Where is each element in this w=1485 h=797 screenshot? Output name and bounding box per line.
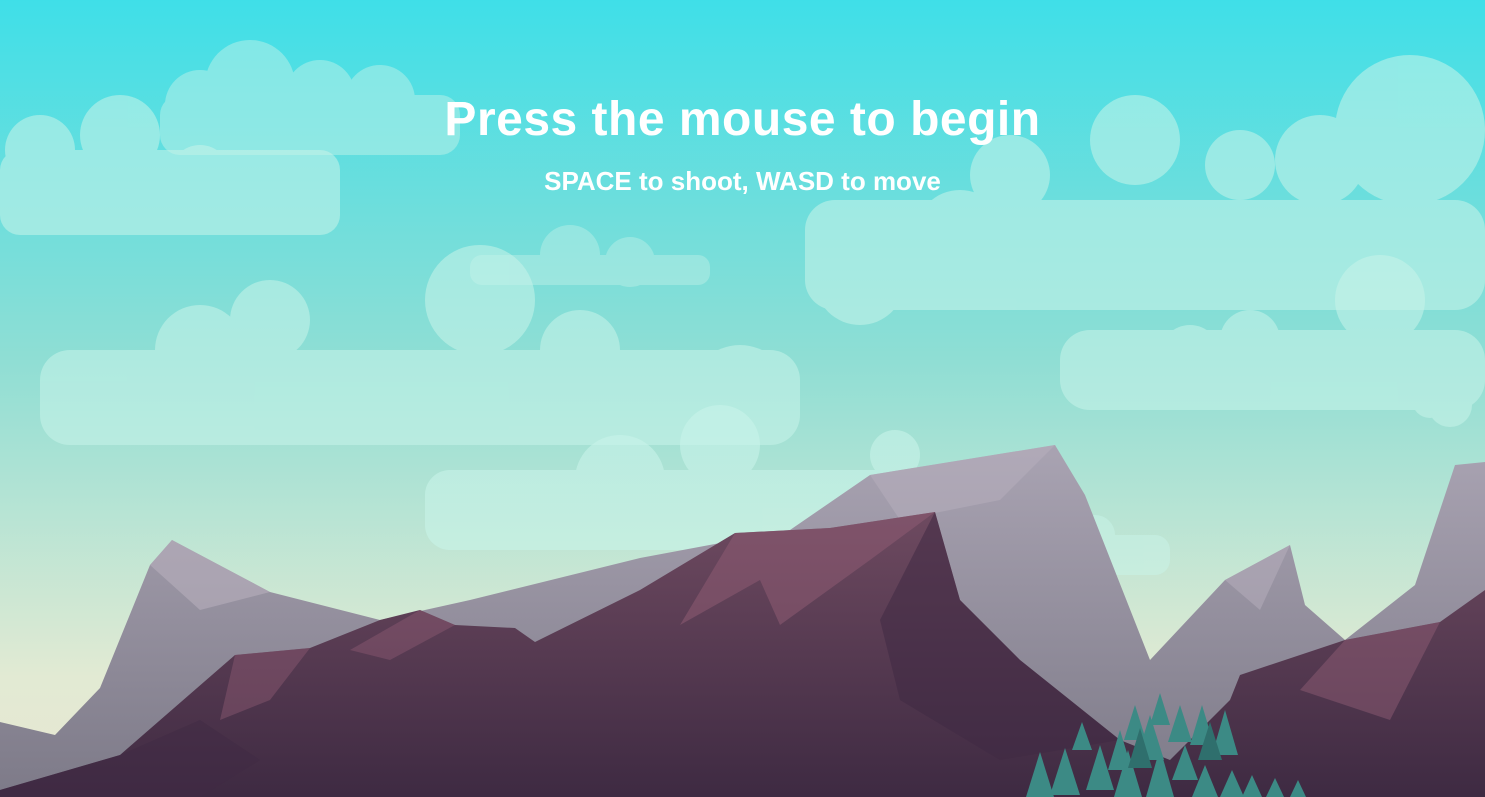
game-canvas[interactable]: Press the mouse to begin SPACE to shoot,… [0, 0, 1485, 797]
background-scene [0, 0, 1485, 797]
